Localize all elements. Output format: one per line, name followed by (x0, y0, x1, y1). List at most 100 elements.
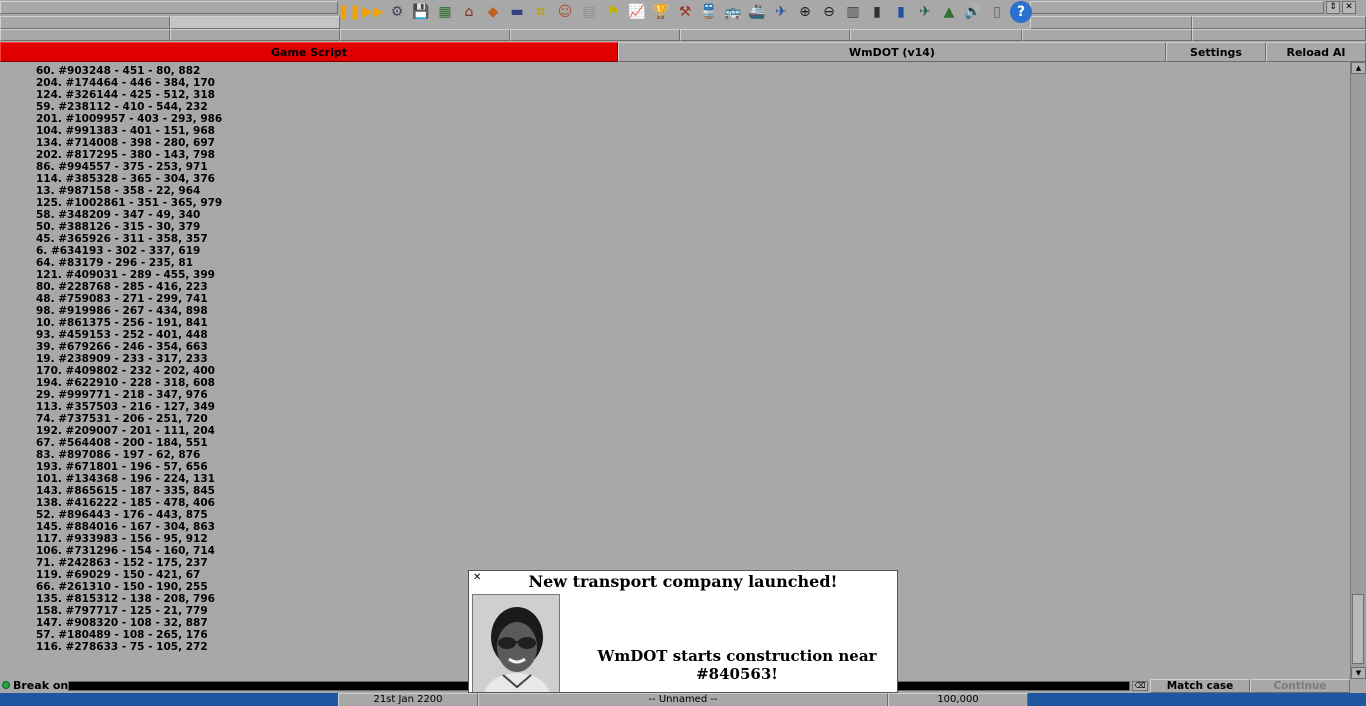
news-body-text: WmDOT starts construction near #840563! (597, 647, 877, 683)
match-case-button[interactable]: Match case (1150, 679, 1250, 693)
log-line: 116. #278633 - 75 - 105, 272 (36, 641, 208, 653)
toolbar-panel (1022, 29, 1192, 41)
subsidies-icon[interactable]: ◆ (482, 1, 504, 23)
zoom-out-icon[interactable]: ⊖ (818, 1, 840, 23)
log-line: 134. #714008 - 398 - 280, 697 (36, 137, 215, 149)
road-vehicles-icon[interactable]: 🚌 (722, 1, 744, 23)
pause-icon[interactable]: ❚❚ (337, 1, 360, 23)
graphs-icon[interactable]: 📈 (626, 1, 648, 23)
log-line: 119. #69029 - 150 - 421, 67 (36, 569, 201, 581)
president-portrait (472, 594, 560, 692)
window-close-button[interactable]: ✕ (1342, 1, 1356, 14)
log-line: 204. #174464 - 446 - 384, 170 (36, 77, 215, 89)
toolbar-panel (0, 29, 170, 41)
news-popup: New transport company launched! ✕ WmDOT … (468, 570, 898, 693)
save-icon[interactable]: 💾 (410, 1, 432, 23)
log-line: 39. #679266 - 246 - 354, 663 (36, 341, 208, 353)
music-sound-icon[interactable]: 🔊 (962, 1, 984, 23)
toolbar-panel (340, 29, 510, 41)
ships-icon[interactable]: 🚢 (746, 1, 768, 23)
settings-gear-icon[interactable]: ⚙ (386, 1, 408, 23)
town-directory-icon[interactable]: ⌂ (458, 1, 480, 23)
company-icon[interactable]: ☺ (554, 1, 576, 23)
help-icon[interactable]: ? (1010, 1, 1032, 23)
aircraft-icon[interactable]: ✈ (770, 1, 792, 23)
toolbar-panel (170, 16, 340, 29)
scroll-up-arrow-icon[interactable]: ▲ (1351, 62, 1366, 74)
messages-icon[interactable]: ▯ (986, 1, 1008, 23)
fast-forward-icon[interactable]: ▶▶ (362, 1, 384, 23)
log-line: 52. #896443 - 176 - 443, 875 (36, 509, 208, 521)
build-railway-icon[interactable]: ▥ (842, 1, 864, 23)
toolbar-panel (1192, 29, 1366, 41)
log-line: 66. #261310 - 150 - 190, 255 (36, 581, 208, 593)
tab-game-script[interactable]: Game Script (0, 42, 618, 62)
finances-icon[interactable]: ¤ (530, 1, 552, 23)
log-line: 98. #919986 - 267 - 434, 898 (36, 305, 208, 317)
settings-button[interactable]: Settings (1166, 42, 1266, 62)
news-headline: New transport company launched! (528, 572, 838, 591)
status-date: 21st Jan 2200 (338, 693, 478, 706)
log-line: 201. #1009957 - 403 - 293, 986 (36, 113, 223, 125)
industries-icon[interactable]: ⚒ (674, 1, 696, 23)
log-line: 194. #622910 - 228 - 318, 608 (36, 377, 215, 389)
toolbar-panel-right (1030, 1, 1324, 14)
log-line: 124. #326144 - 425 - 512, 318 (36, 89, 215, 101)
build-airport-icon[interactable]: ✈ (914, 1, 936, 23)
reload-ai-button[interactable]: Reload AI (1266, 42, 1366, 62)
log-line: 60. #903248 - 451 - 80, 882 (36, 65, 201, 77)
status-money: 100,000 (888, 693, 1028, 706)
log-line: 13. #987158 - 358 - 22, 964 (36, 185, 201, 197)
window-shade-button[interactable]: ⇕ (1326, 1, 1340, 14)
log-line: 143. #865615 - 187 - 335, 845 (36, 485, 215, 497)
toolbar-strip-bottom (0, 29, 1366, 41)
log-line: 6. #634193 - 302 - 337, 619 (36, 245, 201, 257)
continue-button[interactable]: Continue (1250, 679, 1350, 693)
zoom-in-icon[interactable]: ⊕ (794, 1, 816, 23)
log-scrollbar[interactable]: ▲ ▼ (1350, 62, 1366, 679)
toolbar-panel (1030, 16, 1192, 29)
goals-icon[interactable]: ⚑ (602, 1, 624, 23)
toolbar-panel (680, 29, 850, 41)
log-line: 121. #409031 - 289 - 455, 399 (36, 269, 215, 281)
log-line: 10. #861375 - 256 - 191, 841 (36, 317, 208, 329)
toolbar-panel (1192, 16, 1366, 29)
log-line: 64. #83179 - 296 - 235, 81 (36, 257, 194, 269)
build-road-icon[interactable]: ▮ (866, 1, 888, 23)
log-line: 80. #228768 - 285 - 416, 223 (36, 281, 208, 293)
log-line: 202. #817295 - 380 - 143, 798 (36, 149, 215, 161)
scrollbar-thumb[interactable] (1352, 594, 1364, 664)
log-line: 147. #908320 - 108 - 32, 887 (36, 617, 208, 629)
ai-debug-header: Game Script WmDOT (v14) Settings Reload … (0, 42, 1366, 62)
log-line: 135. #815312 - 138 - 208, 796 (36, 593, 215, 605)
status-bar: 21st Jan 2200 -- Unnamed -- 100,000 (0, 693, 1366, 706)
log-line: 125. #1002861 - 351 - 365, 979 (36, 197, 223, 209)
log-line: 58. #348209 - 347 - 49, 340 (36, 209, 201, 221)
log-list: 60. #903248 - 451 - 80, 882 204. #174464 … (36, 65, 222, 653)
log-line: 29. #999771 - 218 - 347, 976 (36, 389, 208, 401)
log-line: 101. #134368 - 196 - 224, 131 (36, 473, 215, 485)
map-icon[interactable]: ▦ (434, 1, 456, 23)
break-status-led-icon (2, 681, 10, 689)
trains-icon[interactable]: 🚆 (698, 1, 720, 23)
log-line: 193. #671801 - 196 - 57, 656 (36, 461, 208, 473)
build-tram-icon[interactable]: ▮ (890, 1, 912, 23)
log-line: 138. #416222 - 185 - 478, 406 (36, 497, 215, 509)
station-list-icon[interactable]: ▬ (506, 1, 528, 23)
league-table-icon[interactable]: 🏆 (650, 1, 672, 23)
toolbar-panel (170, 29, 340, 41)
log-line: 117. #933983 - 156 - 95, 912 (36, 533, 208, 545)
landscaping-icon[interactable]: ▲ (938, 1, 960, 23)
log-line: 67. #564408 - 200 - 184, 551 (36, 437, 208, 449)
story-book-icon[interactable]: ▤ (578, 1, 600, 23)
scroll-down-arrow-icon[interactable]: ▼ (1351, 667, 1366, 679)
toolbar-panel-left (0, 1, 338, 14)
news-close-icon[interactable]: ✕ (473, 573, 481, 583)
status-company-name[interactable]: -- Unnamed -- (478, 693, 888, 706)
toolbar-icon-row: ❚❚ ▶▶ ⚙ 💾 ▦ ⌂ ◆ ▬ ¤ ☺ ▤ ⚑ 📈 🏆 ⚒ 🚆 🚌 🚢 ✈ ⊕ ⊖ ▥ ▮ ▮ ✈ ▲ 🔊 ▯? (337, 0, 1032, 24)
clear-input-icon[interactable]: ⌫ (1132, 681, 1148, 691)
log-line: 19. #238909 - 233 - 317, 233 (36, 353, 208, 365)
log-line: 114. #385328 - 365 - 304, 376 (36, 173, 215, 185)
log-line: 104. #991383 - 401 - 151, 968 (36, 125, 215, 137)
log-line: 83. #897086 - 197 - 62, 876 (36, 449, 201, 461)
